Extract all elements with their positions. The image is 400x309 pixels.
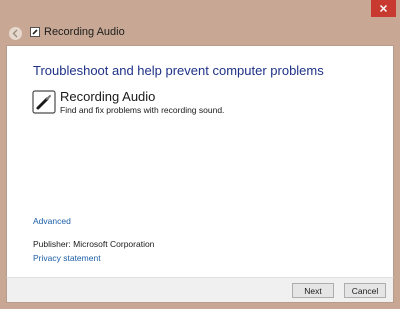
troubleshooter-name: Recording Audio <box>60 89 156 104</box>
back-button[interactable] <box>9 27 22 40</box>
content-panel: Troubleshoot and help prevent computer p… <box>6 45 394 278</box>
close-button[interactable] <box>371 0 396 17</box>
window-title: Recording Audio <box>44 26 125 38</box>
troubleshooter-icon <box>30 27 40 37</box>
microphone-troubleshooter-icon[interactable] <box>32 90 56 114</box>
publisher-info: Publisher: Microsoft Corporation <box>33 239 155 249</box>
troubleshooter-description: Find and fix problems with recording sou… <box>60 105 225 115</box>
page-heading: Troubleshoot and help prevent computer p… <box>33 63 324 78</box>
close-icon <box>379 4 388 13</box>
privacy-statement-link[interactable]: Privacy statement <box>33 253 101 263</box>
button-bar: Next Cancel <box>6 277 394 303</box>
advanced-link[interactable]: Advanced <box>33 216 71 226</box>
troubleshooter-window: Recording Audio Troubleshoot and help pr… <box>0 0 400 309</box>
next-button[interactable]: Next <box>292 283 334 298</box>
back-arrow-icon <box>12 29 18 38</box>
cancel-button[interactable]: Cancel <box>344 283 386 298</box>
